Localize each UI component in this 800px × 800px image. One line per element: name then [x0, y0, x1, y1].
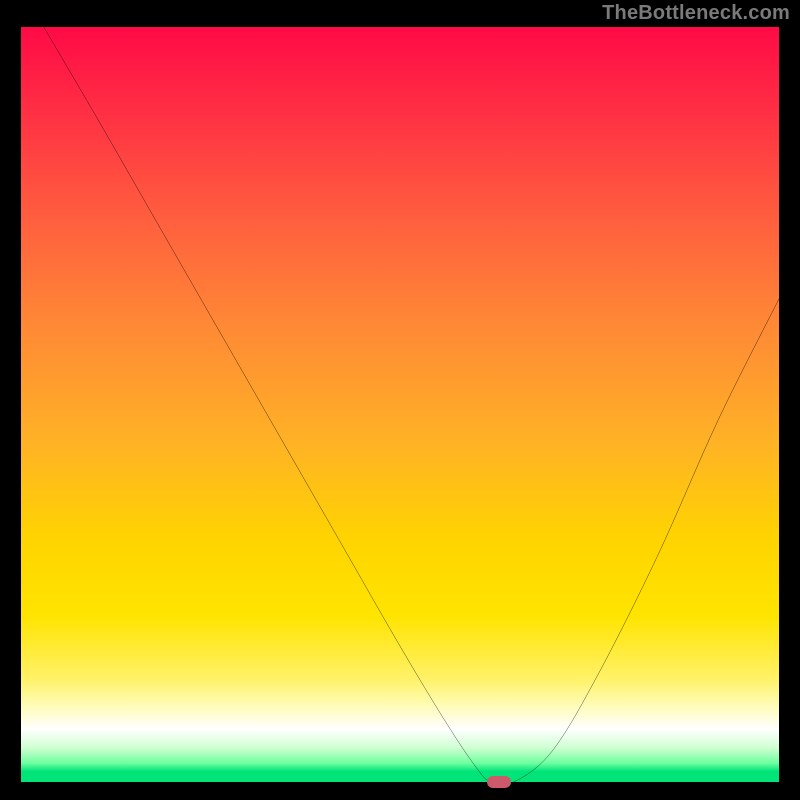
plot-area	[21, 27, 779, 782]
bottleneck-curve	[21, 27, 779, 782]
chart-root: TheBottleneck.com	[0, 0, 800, 800]
watermark-text: TheBottleneck.com	[602, 2, 790, 25]
optimal-marker	[487, 776, 511, 788]
curve-path	[44, 27, 779, 782]
